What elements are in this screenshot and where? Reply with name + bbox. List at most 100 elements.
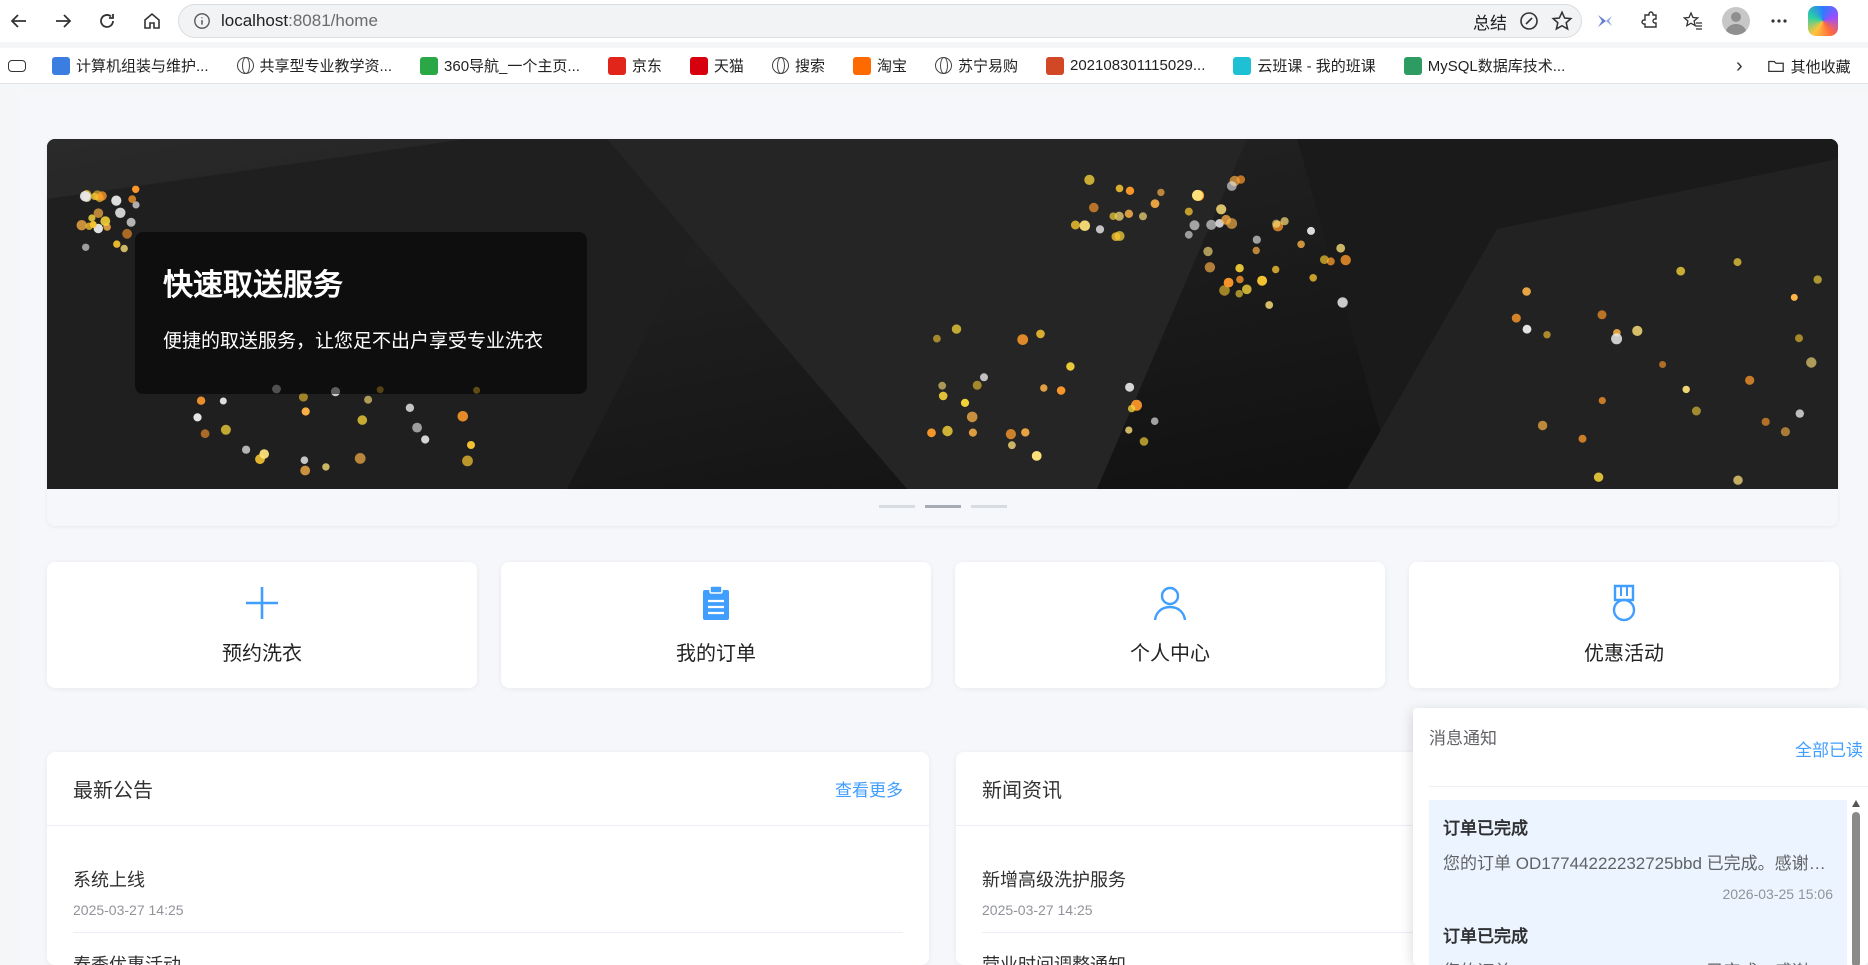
bookmark-item[interactable]: 天猫: [689, 55, 744, 76]
taobao-icon: [852, 56, 871, 75]
banner-light: [1272, 219, 1281, 228]
other-bookmarks[interactable]: 其他收藏: [1767, 56, 1851, 77]
tmall-icon: [689, 56, 708, 75]
quick-action-label: 个人中心: [1130, 642, 1210, 665]
banner-light: [951, 324, 962, 334]
bookmark-item[interactable]: 云班课 - 我的班课: [1233, 55, 1376, 76]
banner-light: [457, 411, 469, 422]
bookmark-label: 淘宝: [876, 58, 907, 75]
bookmark-item[interactable]: 360导航_一个主页...: [420, 55, 580, 76]
banner-light: [942, 425, 953, 437]
copilot-icon[interactable]: [1808, 6, 1838, 36]
list-item[interactable]: 系统上线 2025-03-27 14:25: [73, 826, 903, 933]
banner-light: [972, 380, 982, 390]
banner-light: [1089, 202, 1099, 213]
notification-scrollbar[interactable]: [1851, 800, 1861, 965]
bookmark-item[interactable]: 搜索: [771, 55, 825, 76]
notification-item-title: 订单已完成: [1443, 927, 1528, 946]
view-more-link[interactable]: 查看更多: [835, 776, 903, 801]
quick-action-my-orders[interactable]: 我的订单: [501, 562, 931, 688]
banner-light: [1036, 329, 1045, 339]
banner-carousel[interactable]: 快速取送服务 便捷的取送服务，让您足不出户享受专业洗衣: [47, 139, 1838, 526]
back-icon[interactable]: [4, 6, 34, 36]
profile-avatar[interactable]: [1722, 7, 1750, 35]
extension-bird-icon[interactable]: [1590, 6, 1620, 36]
quick-action-promotions[interactable]: 优惠活动: [1409, 562, 1839, 688]
tab-actions-icon[interactable]: [8, 59, 26, 72]
360-icon: [420, 56, 439, 75]
home-icon[interactable]: [137, 6, 167, 36]
banner-light: [113, 240, 121, 248]
more-options-icon[interactable]: [1764, 6, 1794, 36]
other-bookmarks-label: 其他收藏: [1790, 58, 1851, 76]
scroll-thumb[interactable]: [1852, 812, 1860, 965]
quick-action-label: 预约洗衣: [222, 642, 302, 665]
banner-light: [1040, 384, 1048, 392]
banner-light: [1235, 264, 1244, 273]
carousel-indicator-3[interactable]: [970, 505, 1007, 508]
banner-light: [93, 208, 104, 218]
bookmark-label: 360导航_一个主页...: [444, 58, 580, 75]
info-icon[interactable]: [193, 12, 211, 30]
bookmark-label: 云班课 - 我的班课: [1257, 58, 1376, 75]
ai-summary-icon[interactable]: [1519, 11, 1539, 31]
banner-light: [1578, 434, 1587, 443]
banner-light: [405, 403, 415, 412]
quick-action-label: 我的订单: [676, 642, 756, 665]
summary-button[interactable]: 总结: [1473, 9, 1507, 34]
banner-light: [1157, 188, 1165, 197]
banner-light: [97, 191, 107, 201]
extensions-icon[interactable]: [1634, 6, 1664, 36]
mark-all-read-button[interactable]: 全部已读: [1795, 736, 1863, 761]
banner-slide[interactable]: 快速取送服务 便捷的取送服务，让您足不出户享受专业洗衣: [47, 139, 1838, 489]
quick-action-book-laundry[interactable]: 预约洗衣: [47, 562, 477, 688]
banner-light: [927, 428, 936, 438]
book-icon: [1403, 56, 1422, 75]
carousel-indicator-2[interactable]: [924, 505, 961, 508]
banner-light: [1017, 334, 1029, 345]
banner-light: [1537, 420, 1548, 431]
bookmark-item[interactable]: MySQL数据库技术...: [1403, 55, 1565, 76]
banner-light: [300, 456, 309, 465]
favorite-star-icon[interactable]: [1551, 10, 1573, 32]
banner-light: [412, 422, 422, 433]
forward-icon[interactable]: [48, 6, 78, 36]
url-text[interactable]: localhost:8081/home: [221, 11, 378, 31]
bookmark-item[interactable]: 共享型专业教学资...: [236, 55, 392, 76]
folder-icon: [1767, 60, 1784, 73]
notification-item[interactable]: 订单已完成 您的订单 OD17431423701831917 已完成。感谢您的使…: [1429, 908, 1847, 965]
banner-light: [1236, 275, 1244, 284]
banner-caption: 快速取送服务 便捷的取送服务，让您足不出户享受专业洗衣: [135, 232, 587, 394]
scroll-up-icon[interactable]: [1852, 800, 1860, 807]
bookmark-item[interactable]: 20210830111502​9...: [1045, 56, 1205, 75]
quick-action-profile[interactable]: 个人中心: [955, 562, 1385, 688]
bookmark-item[interactable]: 苏宁易购: [934, 55, 1018, 76]
banner-light: [1307, 226, 1315, 235]
banner-light: [1203, 246, 1213, 257]
favorites-icon[interactable]: [1678, 6, 1708, 36]
bookmark-item[interactable]: 计算机组装与维护...: [52, 55, 209, 76]
banner-light: [1340, 254, 1351, 266]
notification-item[interactable]: 订单已完成 您的订单 OD17744222232725bbd 已完成。感谢您的使…: [1429, 800, 1847, 916]
banner-light: [1257, 275, 1268, 286]
carousel-indicator-1[interactable]: [878, 505, 915, 508]
banner-light: [1597, 310, 1607, 320]
banner-light: [1206, 219, 1217, 230]
globe-icon: [771, 57, 789, 74]
address-bar[interactable]: localhost:8081/home 总结: [178, 4, 1582, 38]
banner-light: [1125, 426, 1133, 434]
banner-light: [968, 428, 978, 437]
banner-light: [1226, 181, 1237, 191]
bookmarks-overflow-icon[interactable]: ›: [1736, 55, 1743, 78]
notification-item-time: 2026-03-25 15:06: [1722, 886, 1833, 902]
banner-light: [220, 424, 231, 435]
banner-light: [128, 195, 137, 203]
banner-light: [1125, 186, 1135, 195]
bookmark-item[interactable]: 京东: [607, 55, 662, 76]
list-item[interactable]: 春季优惠活动: [73, 933, 903, 965]
banner-light: [1223, 277, 1234, 288]
banner-light: [81, 191, 92, 203]
reload-icon[interactable]: [92, 6, 122, 36]
globe-icon: [236, 57, 254, 74]
bookmark-item[interactable]: 淘宝: [852, 55, 907, 76]
